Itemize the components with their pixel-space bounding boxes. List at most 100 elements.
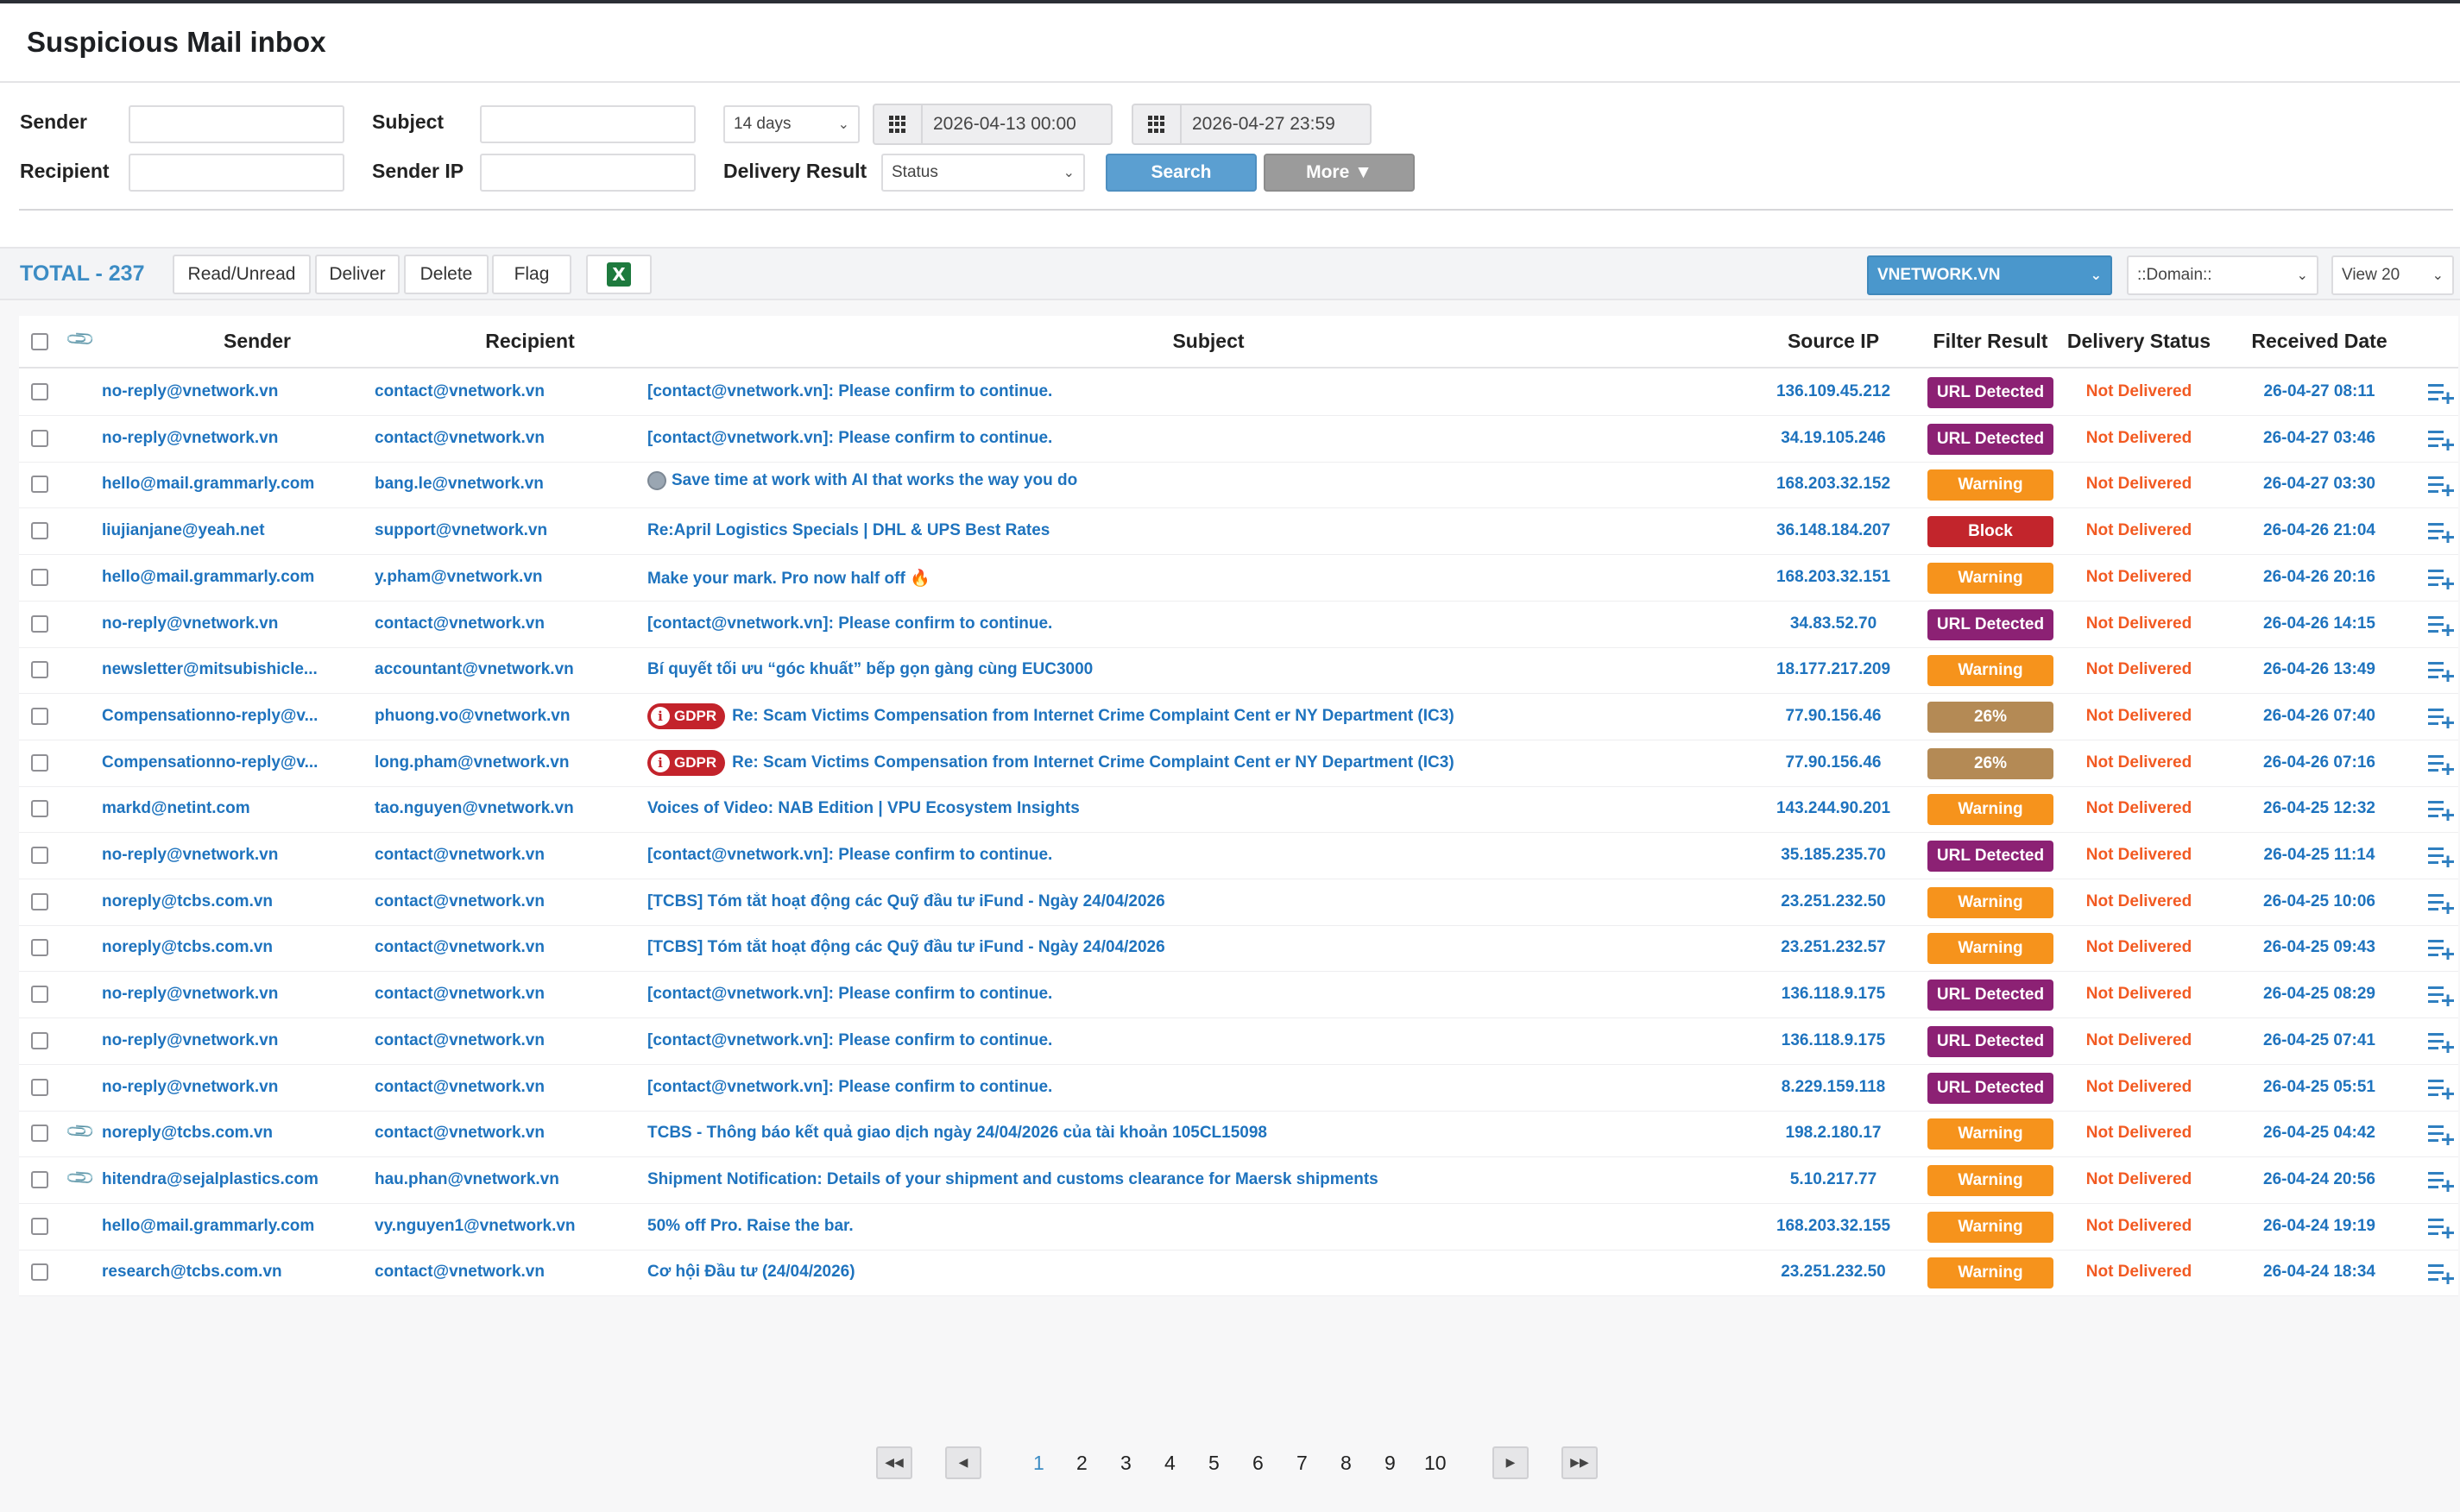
calendar-icon[interactable] (1133, 105, 1182, 143)
table-row[interactable]: no-reply@vnetwork.vn contact@vnetwork.vn [… (19, 833, 2458, 879)
table-row[interactable]: markd@netint.com tao.nguyen@vnetwork.vn Vo… (19, 786, 2458, 834)
header-received-date[interactable]: Received Date (2229, 330, 2410, 353)
table-row[interactable]: no-reply@vnetwork.vn contact@vnetwork.vn [… (19, 1018, 2458, 1065)
row-subject-text[interactable]: Shipment Notification: Details of your s… (647, 1170, 1378, 1188)
table-row[interactable]: noreply@tcbs.com.vn contact@vnetwork.vn [T… (19, 925, 2458, 973)
row-subject-text[interactable]: [contact@vnetwork.vn]: Please confirm to… (647, 1031, 1052, 1049)
page-number[interactable]: 10 (1424, 1452, 1447, 1475)
page-number[interactable]: 2 (1076, 1452, 1088, 1475)
select-all-checkbox[interactable] (31, 333, 48, 350)
flag-button[interactable]: Flag (492, 255, 571, 294)
table-row[interactable]: hello@mail.grammarly.com vy.nguyen1@vnetw… (19, 1204, 2458, 1251)
row-recipient[interactable]: phuong.vo@vnetwork.vn (375, 707, 634, 726)
row-sender[interactable]: hello@mail.grammarly.com (102, 1217, 352, 1236)
page-number[interactable]: 9 (1385, 1452, 1396, 1475)
header-delivery-status[interactable]: Delivery Status (2061, 330, 2217, 353)
add-to-list-icon[interactable] (2427, 798, 2455, 822)
sender-input[interactable] (129, 105, 344, 143)
add-to-list-icon[interactable] (2427, 1077, 2455, 1099)
row-sender[interactable]: Compensationno-reply@v... (102, 753, 352, 772)
row-sender[interactable]: noreply@tcbs.com.vn (102, 1124, 352, 1143)
row-sender[interactable]: noreply@tcbs.com.vn (102, 938, 352, 957)
row-checkbox[interactable] (31, 800, 48, 818)
row-checkbox[interactable] (31, 476, 48, 494)
page-number[interactable]: 3 (1120, 1452, 1132, 1475)
row-recipient[interactable]: contact@vnetwork.vn (375, 985, 634, 1004)
row-recipient[interactable]: contact@vnetwork.vn (375, 1031, 634, 1050)
status-select[interactable]: Status ⌄ (881, 154, 1085, 192)
row-checkbox[interactable] (31, 707, 48, 725)
row-subject-text[interactable]: [TCBS] Tóm tắt hoạt động các Quỹ đầu tư … (647, 938, 1165, 956)
row-sender[interactable]: noreply@tcbs.com.vn (102, 892, 352, 911)
row-recipient[interactable]: support@vnetwork.vn (375, 521, 634, 540)
page-number[interactable]: 8 (1340, 1452, 1352, 1475)
row-sender[interactable]: no-reply@vnetwork.vn (102, 985, 352, 1004)
row-subject[interactable]: Cơ hội Đầu tư (24/04/2026) (647, 1263, 1744, 1282)
row-checkbox[interactable] (31, 522, 48, 540)
row-checkbox[interactable] (31, 1170, 48, 1188)
row-subject[interactable]: [contact@vnetwork.vn]: Please confirm to… (647, 1078, 1744, 1097)
row-sender[interactable]: newsletter@mitsubishicle... (102, 660, 352, 679)
row-recipient[interactable]: contact@vnetwork.vn (375, 1124, 634, 1143)
row-sender[interactable]: research@tcbs.com.vn (102, 1263, 352, 1282)
table-row[interactable]: hello@mail.grammarly.com bang.le@vnetwork… (19, 462, 2458, 509)
page-number[interactable]: 5 (1208, 1452, 1220, 1475)
date-to-field[interactable]: 2026-04-27 23:59 (1132, 104, 1372, 145)
organization-select[interactable]: VNETWORK.VN ⌄ (1867, 255, 2112, 295)
table-row[interactable]: Compensationno-reply@v... long.pham@vnetw… (19, 740, 2458, 787)
row-subject-text[interactable]: Cơ hội Đầu tư (24/04/2026) (647, 1263, 855, 1281)
row-recipient[interactable]: contact@vnetwork.vn (375, 1078, 634, 1097)
excel-export-button[interactable]: X (586, 255, 652, 294)
row-subject[interactable]: [contact@vnetwork.vn]: Please confirm to… (647, 846, 1744, 865)
page-number[interactable]: 4 (1164, 1452, 1176, 1475)
page-number[interactable]: 6 (1252, 1452, 1264, 1475)
row-subject[interactable]: Shipment Notification: Details of your s… (647, 1170, 1744, 1189)
header-filter-result[interactable]: Filter Result (1921, 330, 2059, 353)
add-to-list-icon[interactable] (2427, 1030, 2455, 1053)
add-to-list-icon[interactable] (2427, 614, 2455, 636)
table-row[interactable]: noreply@tcbs.com.vn contact@vnetwork.vn [T… (19, 879, 2458, 926)
row-subject-text[interactable]: [contact@vnetwork.vn]: Please confirm to… (647, 1078, 1052, 1096)
table-row[interactable]: no-reply@vnetwork.vn contact@vnetwork.vn [… (19, 602, 2458, 648)
header-source-ip[interactable]: Source IP (1747, 330, 1920, 353)
add-to-list-icon[interactable] (2427, 753, 2455, 775)
add-to-list-icon[interactable] (2427, 659, 2455, 683)
row-checkbox[interactable] (31, 1217, 48, 1235)
row-sender[interactable]: Compensationno-reply@v... (102, 707, 352, 726)
row-subject[interactable]: Bí quyết tối ưu “góc khuất” bếp gọn gàng… (647, 660, 1744, 679)
row-sender[interactable]: no-reply@vnetwork.vn (102, 429, 352, 448)
page-number[interactable]: 1 (1033, 1452, 1044, 1475)
row-checkbox[interactable] (31, 892, 48, 910)
row-subject[interactable]: [contact@vnetwork.vn]: Please confirm to… (647, 1031, 1744, 1050)
row-recipient[interactable]: contact@vnetwork.vn (375, 382, 634, 401)
row-subject-text[interactable]: [contact@vnetwork.vn]: Please confirm to… (647, 429, 1052, 447)
row-subject-text[interactable]: 50% off Pro. Raise the bar. (647, 1217, 854, 1235)
table-row[interactable]: no-reply@vnetwork.vn contact@vnetwork.vn [… (19, 416, 2458, 463)
row-subject[interactable]: Make your mark. Pro now half off 🔥 (647, 568, 1744, 589)
row-subject-text[interactable]: [contact@vnetwork.vn]: Please confirm to… (647, 382, 1052, 400)
row-sender[interactable]: hitendra@sejalplastics.com (102, 1170, 352, 1189)
row-subject[interactable]: [TCBS] Tóm tắt hoạt động các Quỹ đầu tư … (647, 892, 1744, 911)
table-row[interactable]: research@tcbs.com.vn contact@vnetwork.vn C… (19, 1250, 2458, 1297)
last-page-icon[interactable]: ▶▶ (1561, 1446, 1598, 1479)
calendar-icon[interactable] (874, 105, 923, 143)
add-to-list-icon[interactable] (2427, 1216, 2455, 1238)
row-checkbox[interactable] (31, 661, 48, 679)
more-button[interactable]: More ▼ (1264, 154, 1415, 192)
sender-ip-input[interactable] (480, 154, 696, 192)
add-to-list-icon[interactable] (2427, 567, 2455, 589)
row-recipient[interactable]: vy.nguyen1@vnetwork.vn (375, 1217, 634, 1236)
row-subject-text[interactable]: [contact@vnetwork.vn]: Please confirm to… (647, 846, 1052, 864)
row-sender[interactable]: no-reply@vnetwork.vn (102, 1078, 352, 1097)
row-checkbox[interactable] (31, 383, 48, 400)
add-to-list-icon[interactable] (2427, 845, 2455, 867)
date-from-field[interactable]: 2026-04-13 00:00 (873, 104, 1113, 145)
row-checkbox[interactable] (31, 1263, 48, 1282)
row-subject[interactable]: [contact@vnetwork.vn]: Please confirm to… (647, 985, 1744, 1004)
add-to-list-icon[interactable] (2427, 984, 2455, 1007)
row-subject[interactable]: [contact@vnetwork.vn]: Please confirm to… (647, 382, 1744, 401)
add-to-list-icon[interactable] (2427, 1123, 2455, 1146)
row-recipient[interactable]: accountant@vnetwork.vn (375, 660, 634, 679)
deliver-button[interactable]: Deliver (315, 255, 400, 294)
row-sender[interactable]: no-reply@vnetwork.vn (102, 846, 352, 865)
